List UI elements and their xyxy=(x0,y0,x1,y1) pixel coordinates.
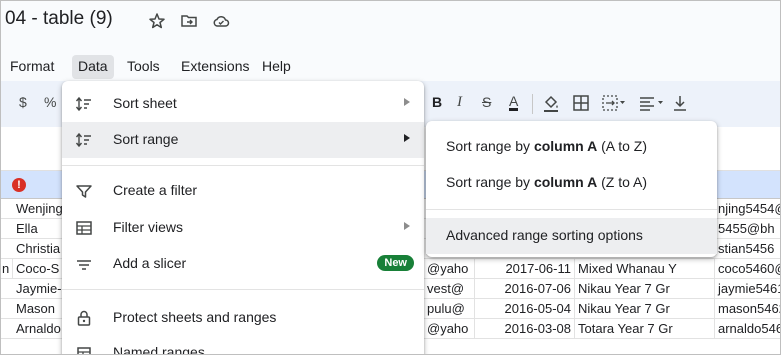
menu-item-label: Protect sheets and ranges xyxy=(113,309,277,325)
error-icon[interactable]: ! xyxy=(12,178,26,192)
text-color-button[interactable]: A xyxy=(509,94,519,111)
horizontal-align-icon[interactable] xyxy=(638,94,666,117)
sort-range-submenu: Sort range by column A (A to Z) Sort ran… xyxy=(426,121,717,257)
bold-button[interactable]: B xyxy=(432,94,442,110)
menu-extensions[interactable]: Extensions xyxy=(175,55,255,79)
title-actions xyxy=(147,11,231,31)
sort-icon xyxy=(75,131,93,149)
menu-item-label: Named ranges xyxy=(113,344,205,355)
cell-prev-col[interactable]: n xyxy=(1,259,13,279)
cell-date[interactable]: 2016-05-04 xyxy=(475,299,575,319)
menu-item-create-filter[interactable]: Create a filter xyxy=(62,173,424,209)
cell-email[interactable]: 5455@bh xyxy=(715,219,780,239)
menu-bar: Format Data Tools Extensions Help xyxy=(1,51,780,81)
toolbar-divider xyxy=(532,94,533,114)
cell-group[interactable]: Mixed Whanau Y xyxy=(575,259,715,279)
cell-email-partial[interactable]: vest@ xyxy=(424,279,475,299)
borders-icon[interactable] xyxy=(572,94,590,117)
cell-name[interactable]: Arnaldo xyxy=(13,319,68,339)
menu-data[interactable]: Data xyxy=(72,55,114,79)
percent-format-button[interactable]: % xyxy=(44,94,56,110)
cell-date[interactable]: 2016-03-08 xyxy=(475,319,575,339)
menu-divider xyxy=(426,209,717,210)
title-bar: 04 - table (9) xyxy=(1,1,780,51)
cell-email[interactable]: coco5460@bh xyxy=(715,259,780,279)
menu-item-add-slicer[interactable]: Add a slicer New xyxy=(62,246,424,282)
menu-item-sort-range[interactable]: Sort range xyxy=(62,122,424,158)
submenu-arrow-icon xyxy=(404,134,410,142)
menu-item-label: Sort range xyxy=(113,131,179,147)
document-title[interactable]: 04 - table (9) xyxy=(5,8,113,30)
lock-icon xyxy=(75,309,93,327)
cell-email-partial[interactable]: @yaho xyxy=(424,319,475,339)
submenu-sort-z-to-a[interactable]: Sort range by column A (Z to A) xyxy=(426,165,717,201)
strikethrough-button[interactable]: S xyxy=(482,94,491,110)
cell-email[interactable]: stian5456 xyxy=(715,239,780,259)
filter-icon xyxy=(75,182,93,200)
cell-name[interactable]: Mason xyxy=(13,299,68,319)
cloud-status-icon[interactable] xyxy=(211,11,231,31)
cell-name[interactable]: Christia xyxy=(13,239,68,259)
data-menu: Sort sheet Sort range Create a filter Fi… xyxy=(62,81,424,355)
menu-item-label: Filter views xyxy=(113,219,184,235)
menu-item-label: Add a slicer xyxy=(113,255,187,271)
filter-views-icon xyxy=(75,219,93,237)
vertical-align-icon[interactable] xyxy=(671,94,689,117)
cell-group[interactable]: Nikau Year 7 Gr xyxy=(575,279,715,299)
currency-format-button[interactable]: $ xyxy=(19,94,27,110)
star-icon[interactable] xyxy=(147,11,167,31)
cell-email[interactable]: njing5454@ xyxy=(715,199,780,219)
menu-format[interactable]: Format xyxy=(4,55,60,79)
cell-email-partial[interactable]: @yaho xyxy=(424,259,475,279)
submenu-sort-a-to-z[interactable]: Sort range by column A (A to Z) xyxy=(426,129,717,165)
new-badge: New xyxy=(377,255,414,271)
menu-item-filter-views[interactable]: Filter views xyxy=(62,210,424,246)
menu-divider xyxy=(62,289,424,290)
merge-cells-icon[interactable] xyxy=(601,94,627,117)
sort-icon xyxy=(75,95,93,113)
submenu-arrow-icon xyxy=(404,222,410,230)
fill-color-icon[interactable] xyxy=(541,93,561,118)
menu-tools[interactable]: Tools xyxy=(121,55,166,79)
cell-name[interactable]: Wenjing xyxy=(13,199,68,219)
menu-item-label: Create a filter xyxy=(113,182,198,198)
cell-date[interactable]: 2017-06-11 xyxy=(475,259,575,279)
cell-date[interactable]: 2016-07-06 xyxy=(475,279,575,299)
menu-help[interactable]: Help xyxy=(256,55,297,79)
cell-email[interactable]: jaymie5461@ xyxy=(715,279,780,299)
menu-item-protect[interactable]: Protect sheets and ranges xyxy=(62,300,424,336)
sheets-window: 04 - table (9) Format Data Tools Extensi… xyxy=(0,0,781,355)
cell-group[interactable]: Nikau Year 7 Gr xyxy=(575,299,715,319)
submenu-item-label: Sort range by column A (A to Z) xyxy=(446,138,647,154)
cell-group[interactable]: Totara Year 7 Gr xyxy=(575,319,715,339)
submenu-item-label: Sort range by column A (Z to A) xyxy=(446,174,647,190)
italic-button[interactable]: I xyxy=(457,94,462,111)
menu-item-named-ranges[interactable]: Named ranges xyxy=(62,335,424,355)
menu-item-sort-sheet[interactable]: Sort sheet xyxy=(62,86,424,122)
cell-email[interactable]: arnaldo5463@ xyxy=(715,319,780,339)
menu-divider xyxy=(62,165,424,166)
cell-email-partial[interactable]: pulu@ xyxy=(424,299,475,319)
slicer-icon xyxy=(75,255,93,273)
cell-name[interactable]: Jaymie- xyxy=(13,279,68,299)
menu-item-label: Sort sheet xyxy=(113,95,177,111)
cell-name[interactable]: Coco-S xyxy=(13,259,68,279)
submenu-advanced-sorting[interactable]: Advanced range sorting options xyxy=(426,218,717,254)
submenu-item-label: Advanced range sorting options xyxy=(446,227,643,243)
cell-email[interactable]: mason5462@ xyxy=(715,299,780,319)
move-folder-icon[interactable] xyxy=(179,11,199,31)
named-ranges-icon xyxy=(75,344,93,354)
cell-name[interactable]: Ella xyxy=(13,219,68,239)
submenu-arrow-icon xyxy=(404,98,410,106)
